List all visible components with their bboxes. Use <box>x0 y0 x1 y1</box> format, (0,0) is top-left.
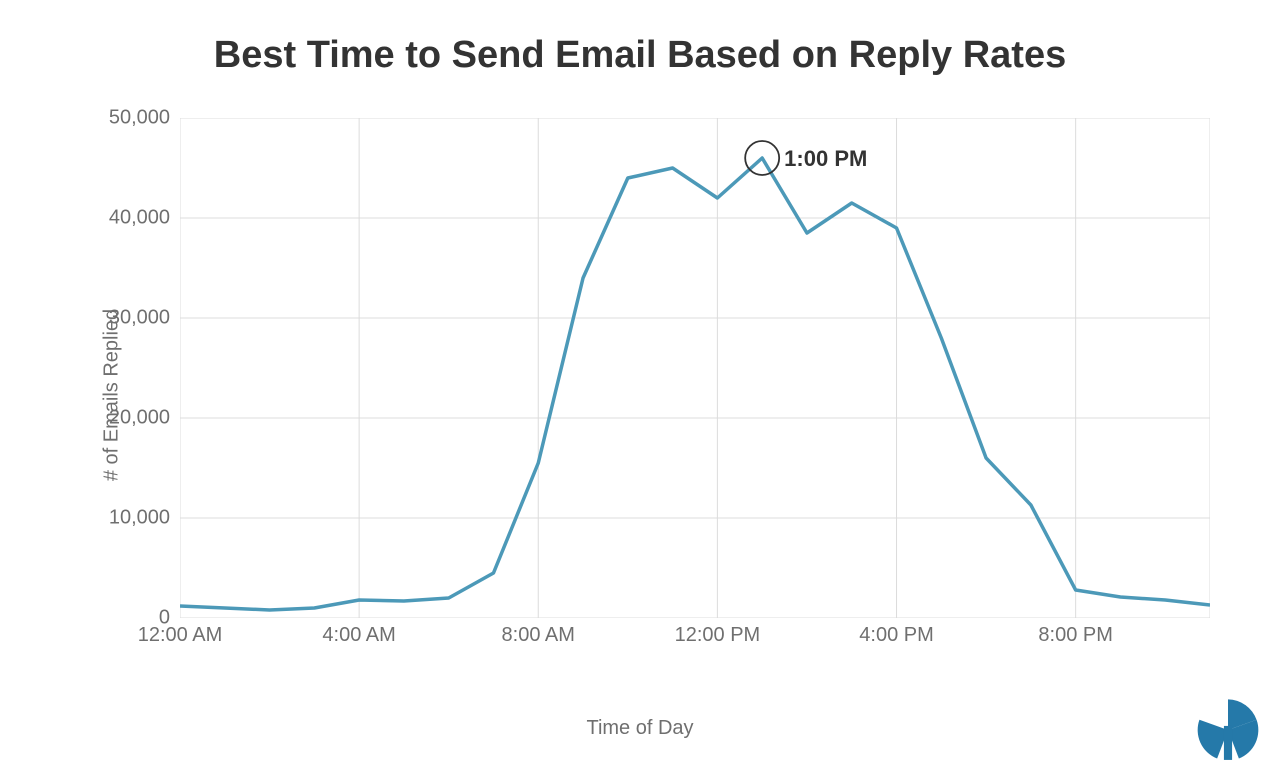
y-axis-label: # of Emails Replied <box>101 309 124 481</box>
x-tick-label: 8:00 PM <box>1038 624 1112 647</box>
x-tick-label: 12:00 PM <box>675 624 761 647</box>
x-axis-label: Time of Day <box>60 717 1220 740</box>
x-tick-label: 4:00 PM <box>859 624 933 647</box>
x-tick-label: 12:00 AM <box>138 624 223 647</box>
x-tick-label: 8:00 AM <box>502 624 575 647</box>
x-tick-label: 4:00 AM <box>322 624 395 647</box>
y-tick-label: 30,000 <box>109 307 170 330</box>
y-tick-label: 50,000 <box>109 107 170 130</box>
y-tick-label: 20,000 <box>109 407 170 430</box>
brand-logo <box>1194 696 1262 764</box>
plot-area: 1:00 PM <box>180 118 1210 618</box>
chart-container: # of Emails Replied 1:00 PM 010,00020,00… <box>60 100 1220 690</box>
peak-annotation: 1:00 PM <box>784 146 867 172</box>
chart-title: Best Time to Send Email Based on Reply R… <box>0 34 1280 77</box>
y-tick-label: 40,000 <box>109 207 170 230</box>
y-tick-label: 10,000 <box>109 507 170 530</box>
